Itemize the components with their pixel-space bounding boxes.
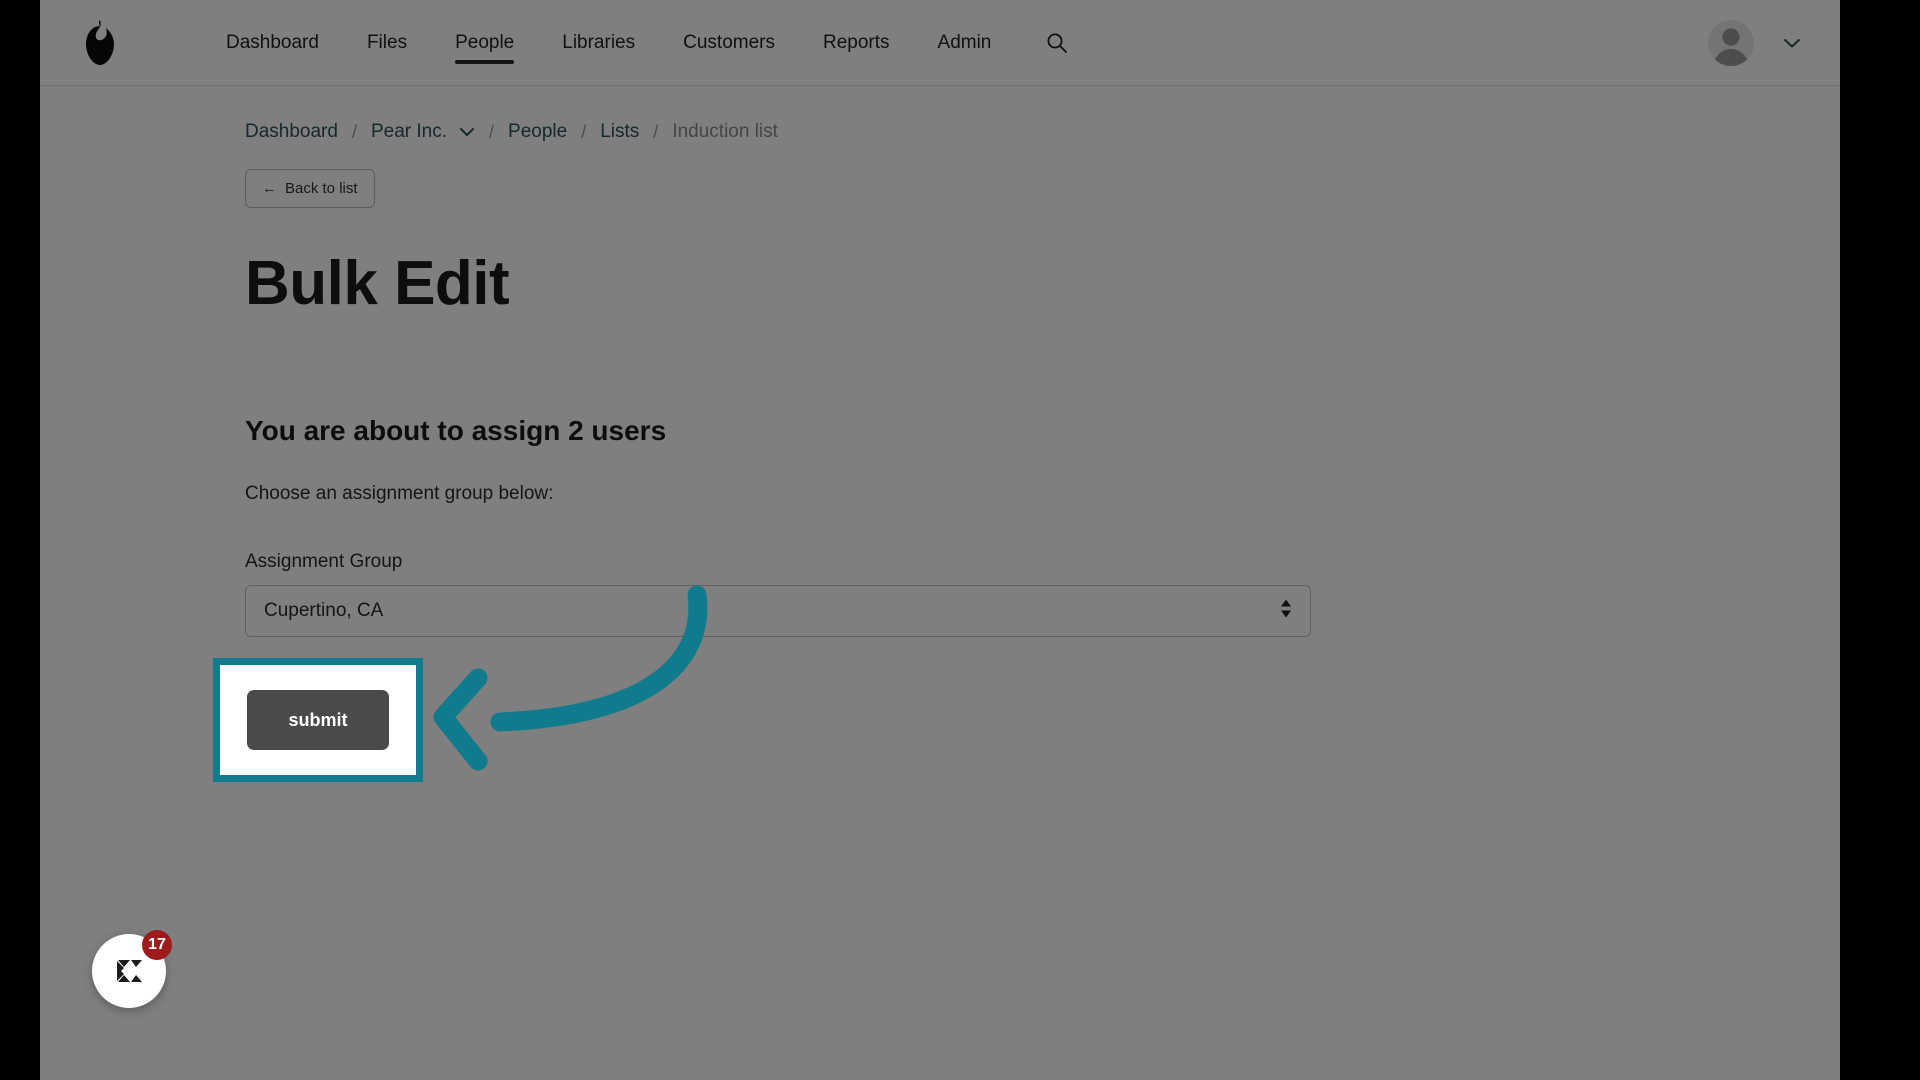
assignment-group-select-wrap: Cupertino, CA [245,585,1311,637]
assignment-instruction: Choose an assignment group below: [245,483,554,504]
page-title: Bulk Edit [245,249,510,318]
assignment-summary-heading: You are about to assign 2 users [245,415,667,446]
search-button[interactable] [1037,23,1077,63]
nav-item-libraries[interactable]: Libraries [538,2,659,84]
nav-item-customers[interactable]: Customers [659,2,799,84]
assignment-group-selected-value: Cupertino, CA [264,600,384,621]
breadcrumb-separator: / [351,121,357,142]
nav-item-people[interactable]: People [431,2,538,84]
breadcrumb-org-dropdown[interactable] [459,127,475,137]
chat-launcher-button[interactable]: 17 [92,930,172,1008]
screen-root: Dashboard Files People Libraries Custome… [0,0,1920,1080]
breadcrumb: Dashboard / Pear Inc. / People / Lists /… [245,122,1840,141]
submit-row: submit [245,679,1840,728]
user-avatar-placeholder-icon [1708,20,1754,66]
chevron-down-icon [1784,39,1800,48]
browser-viewport: Dashboard Files People Libraries Custome… [40,0,1840,1080]
nav-item-dashboard[interactable]: Dashboard [202,2,343,84]
back-to-list-label: Back to list [285,180,358,197]
nav-item-files[interactable]: Files [343,2,431,84]
primary-nav-links: Dashboard Files People Libraries Custome… [202,2,1077,84]
avatar[interactable] [1708,20,1754,66]
submit-button-highlighted[interactable]: submit [247,690,389,750]
top-navigation-bar: Dashboard Files People Libraries Custome… [40,0,1840,86]
breadcrumb-item-lists[interactable]: Lists [600,122,639,141]
pear-logo[interactable] [50,17,150,69]
chat-unread-badge: 17 [142,930,172,960]
nav-item-reports[interactable]: Reports [799,2,914,84]
breadcrumb-item-people[interactable]: People [508,122,567,141]
breadcrumb-item-dashboard[interactable]: Dashboard [245,122,338,141]
nav-account-area [1708,0,1804,86]
breadcrumb-separator: / [581,121,587,142]
chevron-down-icon [460,127,475,136]
back-arrow-icon: ← [262,180,277,197]
account-menu-button[interactable] [1780,31,1804,55]
assignment-group-select[interactable]: Cupertino, CA [245,585,1311,637]
nav-item-admin[interactable]: Admin [914,2,1016,84]
back-to-list-button[interactable]: ← Back to list [245,169,375,208]
breadcrumb-item-organization[interactable]: Pear Inc. [371,122,447,141]
breadcrumb-item-current: Induction list [672,121,778,142]
breadcrumb-separator: / [489,121,495,142]
page-content: Dashboard / Pear Inc. / People / Lists /… [40,86,1840,1080]
assignment-group-label: Assignment Group [245,551,403,572]
search-icon [1047,33,1068,53]
breadcrumb-separator: / [653,121,659,142]
